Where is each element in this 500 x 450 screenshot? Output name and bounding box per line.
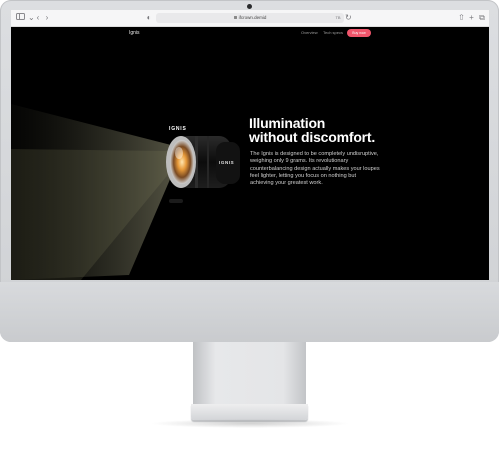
- product-mark-top: IGNIS: [169, 126, 187, 132]
- lamp-lens: [166, 136, 196, 188]
- chevron-left-icon[interactable]: ‹: [35, 13, 41, 22]
- stand-neck: [193, 342, 306, 406]
- nav-link-tech-specs[interactable]: Tech specs: [323, 27, 343, 39]
- screen: ⌄ ‹ › ◐ ifcrown.demid TB ↻ ⇧ + ⧉ Ignis O…: [11, 10, 489, 280]
- sidebar-icon[interactable]: [16, 13, 25, 20]
- shield-icon[interactable]: ◐: [145, 13, 153, 22]
- address-bar[interactable]: ifcrown.demid: [156, 13, 344, 23]
- imac-mockup: ⌄ ‹ › ◐ ifcrown.demid TB ↻ ⇧ + ⧉ Ignis O…: [0, 0, 500, 450]
- product-mark-side: IGNIS: [219, 160, 235, 165]
- chevron-right-icon[interactable]: ›: [44, 13, 50, 22]
- stand-foot: [191, 404, 308, 420]
- share-icon[interactable]: ⇧: [458, 13, 465, 22]
- hero-title: Illumination without discomfort.: [249, 116, 399, 144]
- hero-title-line1: Illumination: [249, 115, 326, 131]
- stand-shadow: [150, 419, 350, 428]
- url-text: ifcrown.demid: [156, 13, 344, 23]
- hero-title-line2: without discomfort.: [249, 129, 376, 145]
- hero-description: The Ignis is designed to be completely u…: [250, 151, 380, 187]
- plus-icon[interactable]: +: [468, 13, 475, 22]
- site-nav: Ignis Overview Tech specs Buy now: [11, 27, 489, 39]
- site-brand[interactable]: Ignis: [129, 27, 140, 39]
- imac-chin: [0, 282, 499, 342]
- chevron-down-icon[interactable]: ⌄: [28, 13, 35, 22]
- lock-icon: [233, 16, 237, 20]
- nav-link-overview[interactable]: Overview: [301, 27, 318, 39]
- browser-toolbar: ⌄ ‹ › ◐ ifcrown.demid TB ↻ ⇧ + ⧉: [11, 10, 489, 27]
- buy-now-button[interactable]: Buy now: [347, 29, 371, 37]
- tabs-icon[interactable]: ⧉: [478, 13, 486, 22]
- translate-badge[interactable]: TB: [334, 13, 342, 22]
- camera-dot: [247, 4, 252, 9]
- reload-icon[interactable]: ↻: [345, 13, 352, 22]
